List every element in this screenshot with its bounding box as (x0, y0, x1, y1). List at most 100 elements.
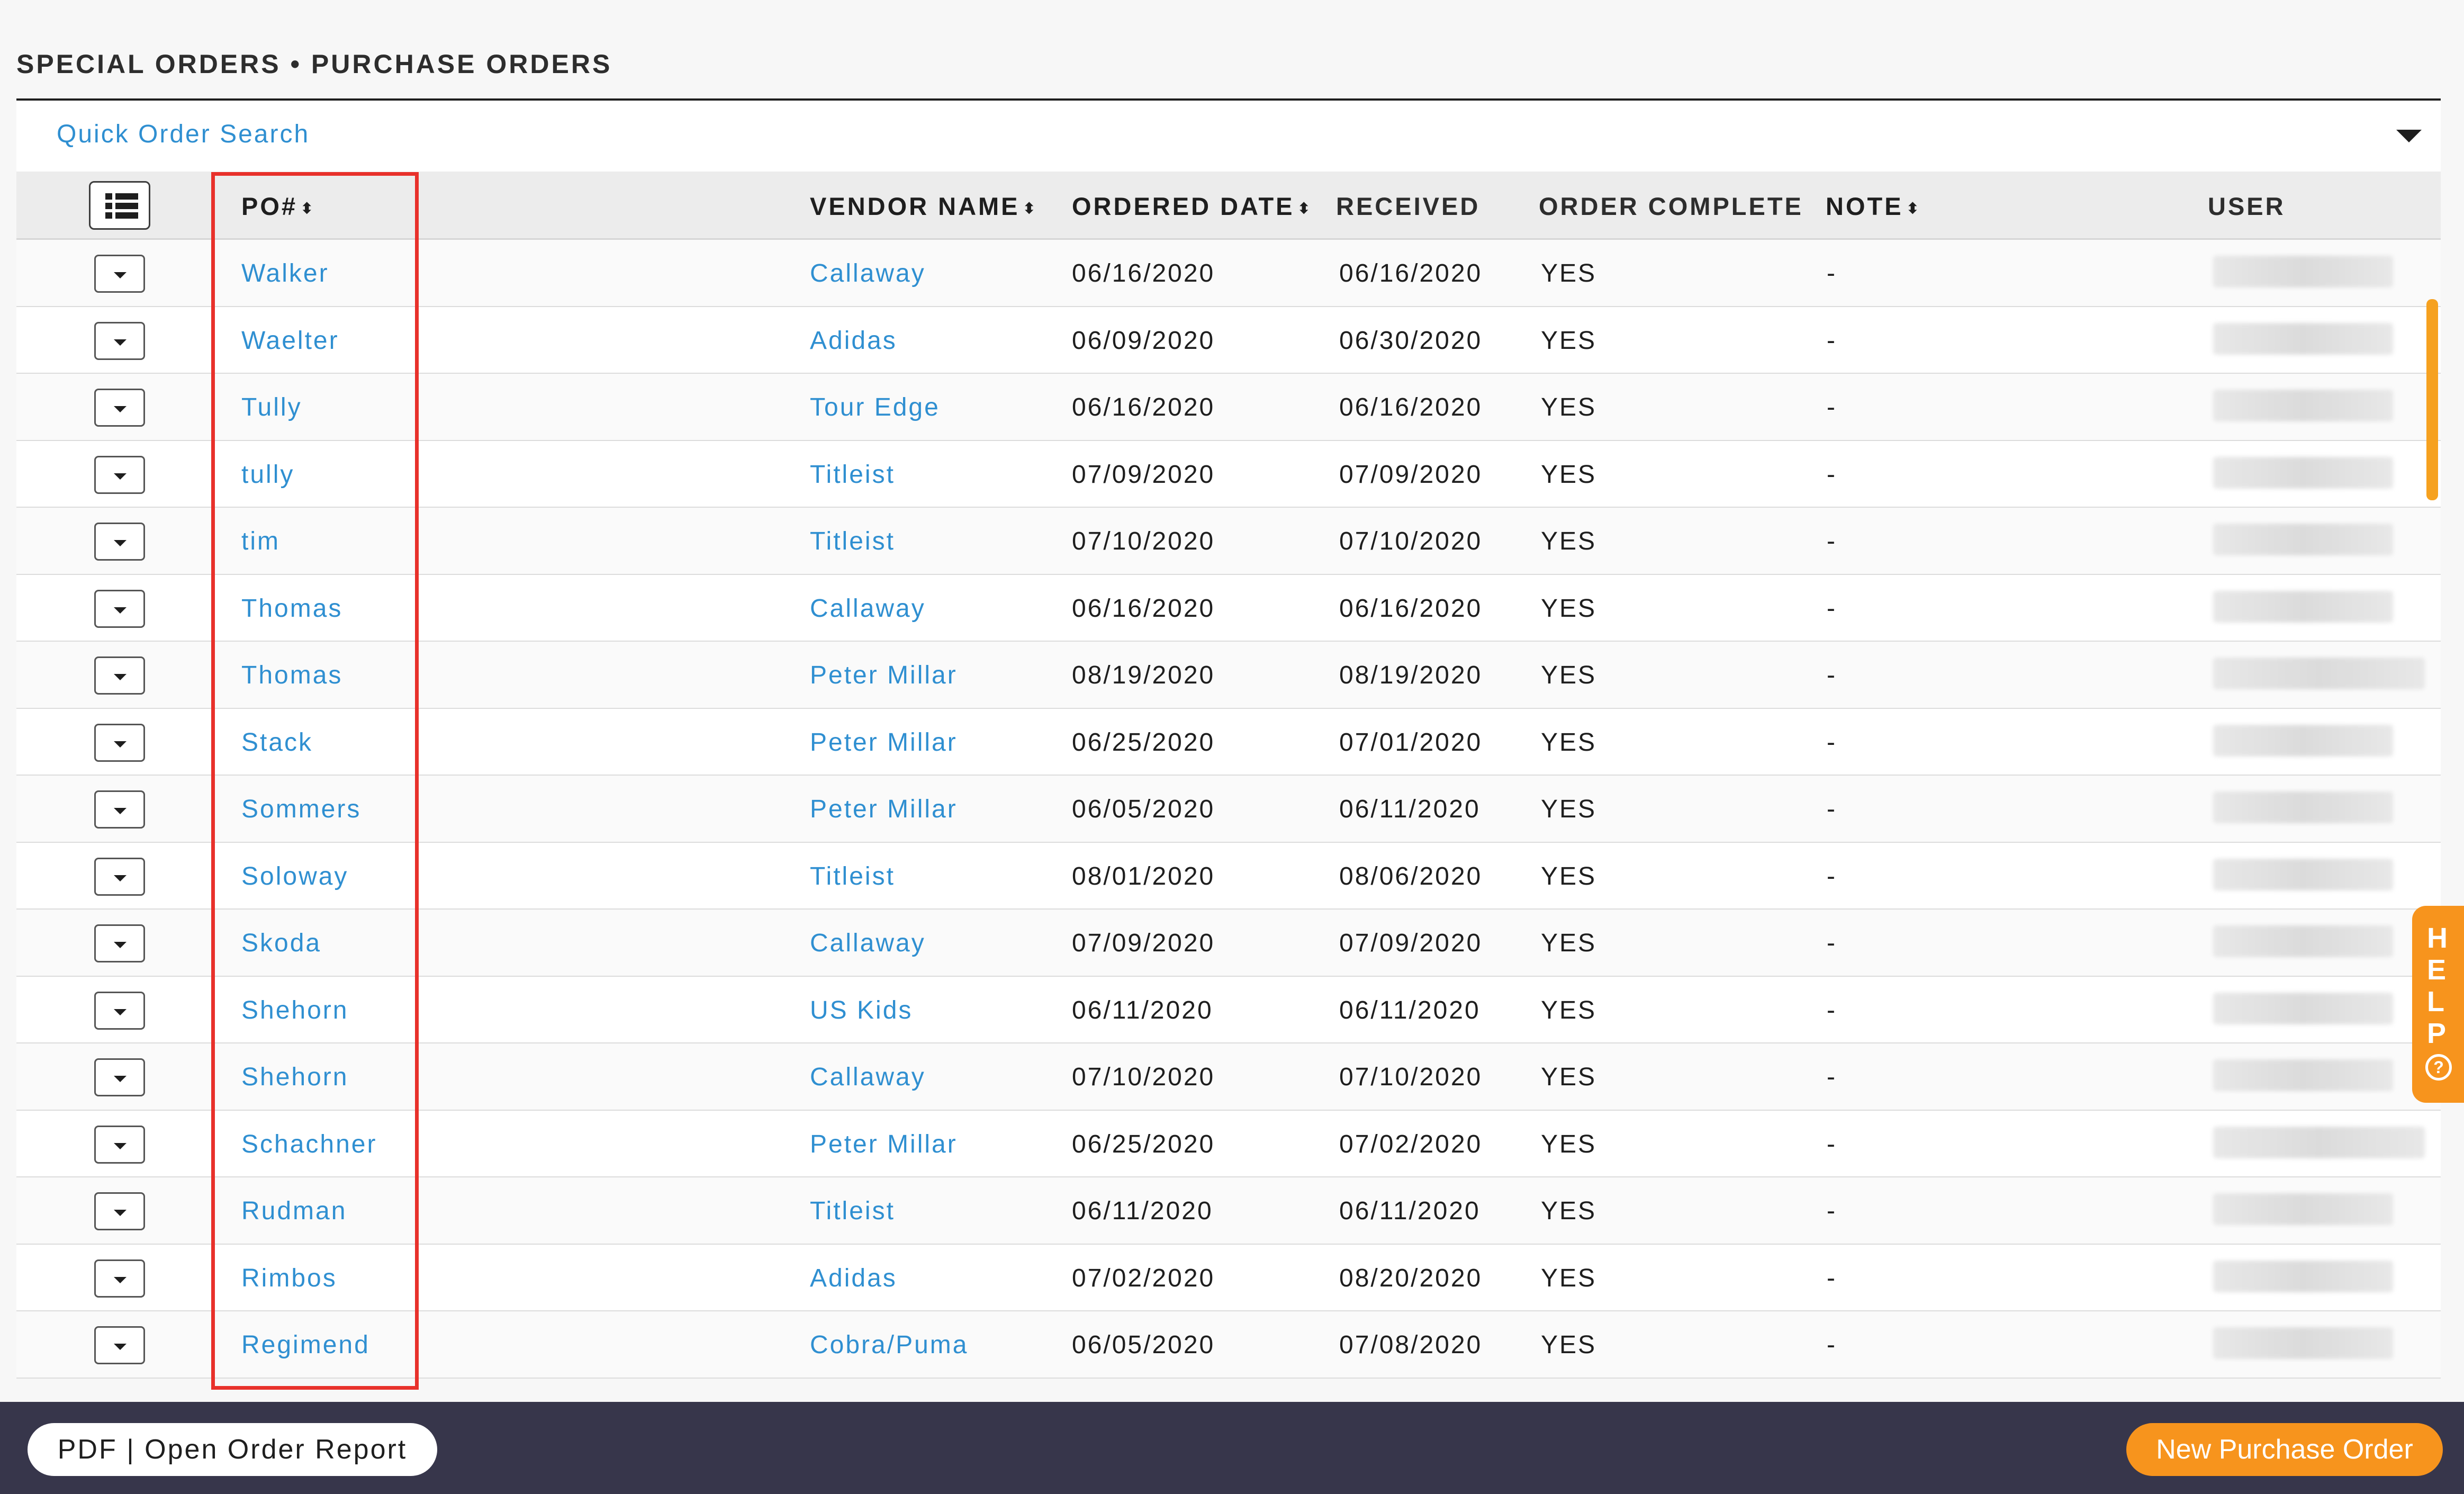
footer-bar: PDF | Open Order Report New Purchase Ord… (0, 1402, 2464, 1494)
table-row: Stack Peter Millar 06/25/2020 07/01/2020 YES… (16, 708, 2441, 776)
po-link[interactable]: Stack (241, 728, 313, 757)
row-menu-button[interactable] (94, 389, 145, 427)
received-date: 07/01/2020 (1339, 728, 1483, 757)
column-header-po-label: PO# (241, 192, 298, 220)
row-menu-button[interactable] (94, 790, 145, 829)
vendor-link[interactable]: Peter Millar (810, 661, 958, 690)
column-header-note[interactable]: NOTE ⬍ (1826, 192, 1921, 221)
table-row: Rimbos Adidas 07/02/2020 08/20/2020 YES - (16, 1244, 2441, 1311)
row-menu-button[interactable] (94, 656, 145, 695)
note: - (1827, 1264, 1837, 1292)
po-link[interactable]: Waelter (241, 326, 339, 355)
ordered-date: 07/09/2020 (1072, 460, 1215, 489)
po-link[interactable]: tim (241, 527, 280, 556)
received-date: 08/06/2020 (1339, 862, 1483, 890)
vendor-link[interactable]: Callaway (810, 259, 926, 288)
sort-icon[interactable]: ⬍ (1298, 201, 1312, 216)
ordered-date: 07/10/2020 (1072, 1063, 1215, 1091)
column-header-vendor[interactable]: VENDOR NAME ⬍ (810, 192, 1037, 221)
row-menu-button[interactable] (94, 1058, 145, 1096)
po-link[interactable]: Skoda (241, 929, 321, 958)
vendor-link[interactable]: Titleist (810, 527, 895, 556)
ordered-date: 06/11/2020 (1072, 996, 1213, 1024)
column-header-ordered-date[interactable]: ORDERED DATE ⬍ (1072, 192, 1312, 221)
note: - (1827, 996, 1837, 1024)
po-link[interactable]: Rimbos (241, 1264, 337, 1293)
po-link[interactable]: Regimend (241, 1330, 370, 1360)
vendor-link[interactable]: Cobra/Puma (810, 1330, 968, 1360)
row-menu-button[interactable] (94, 1326, 145, 1364)
vendor-link[interactable]: Peter Millar (810, 728, 958, 757)
row-menu-button[interactable] (94, 589, 145, 628)
row-menu-button[interactable] (94, 1125, 145, 1164)
caret-down-icon[interactable] (2396, 130, 2422, 142)
ordered-date: 07/10/2020 (1072, 527, 1215, 555)
sort-icon[interactable]: ⬍ (301, 201, 315, 216)
row-menu-button[interactable] (94, 455, 145, 494)
po-link[interactable]: Shehorn (241, 996, 348, 1025)
scrollbar-thumb[interactable] (2426, 299, 2438, 500)
note: - (1827, 259, 1837, 287)
ordered-date: 06/16/2020 (1072, 594, 1215, 623)
po-link[interactable]: Soloway (241, 862, 348, 891)
new-purchase-order-button[interactable]: New Purchase Order (2126, 1423, 2443, 1476)
list-view-button[interactable] (89, 181, 150, 230)
quick-order-search-label[interactable]: Quick Order Search (57, 120, 310, 149)
order-complete: YES (1541, 661, 1597, 689)
po-link[interactable]: Thomas (241, 594, 342, 623)
vendor-link[interactable]: Callaway (810, 929, 926, 958)
help-tab[interactable]: H E L P ? (2412, 906, 2464, 1103)
po-link[interactable]: Thomas (241, 661, 342, 690)
note: - (1827, 326, 1837, 355)
vendor-link[interactable]: Callaway (810, 1063, 926, 1092)
note: - (1827, 1197, 1837, 1225)
vendor-link[interactable]: Titleist (810, 460, 895, 489)
sort-icon[interactable]: ⬍ (1023, 201, 1037, 216)
note: - (1827, 594, 1837, 623)
vendor-link[interactable]: Callaway (810, 594, 926, 623)
question-icon: ? (2425, 1054, 2452, 1081)
po-link[interactable]: Walker (241, 259, 329, 288)
note: - (1827, 728, 1837, 757)
sort-icon[interactable]: ⬍ (1907, 201, 1921, 216)
po-link[interactable]: Rudman (241, 1196, 347, 1226)
user-name-redacted (2213, 322, 2393, 355)
ordered-date: 06/16/2020 (1072, 259, 1215, 287)
vendor-link[interactable]: Titleist (810, 862, 895, 891)
table-row: Regimend Cobra/Puma 06/05/2020 07/08/2020 YE… (16, 1311, 2441, 1379)
row-menu-button[interactable] (94, 1259, 145, 1298)
ordered-date: 07/09/2020 (1072, 929, 1215, 957)
vendor-link[interactable]: Adidas (810, 1264, 897, 1293)
row-menu-button[interactable] (94, 1192, 145, 1230)
vendor-link[interactable]: Titleist (810, 1196, 895, 1226)
table-row: Skoda Callaway 07/09/2020 07/09/2020 YES - (16, 910, 2441, 977)
pdf-open-order-report-button[interactable]: PDF | Open Order Report (28, 1423, 437, 1476)
ordered-date: 08/01/2020 (1072, 862, 1215, 890)
po-link[interactable]: Shehorn (241, 1063, 348, 1092)
row-menu-button[interactable] (94, 321, 145, 360)
order-complete: YES (1541, 594, 1597, 623)
column-header-po[interactable]: PO# ⬍ (241, 192, 315, 221)
po-link[interactable]: tully (241, 460, 294, 489)
row-menu-button[interactable] (94, 523, 145, 561)
vendor-link[interactable]: Peter Millar (810, 1130, 958, 1159)
row-menu-button[interactable] (94, 924, 145, 962)
quick-order-search[interactable]: Quick Order Search (16, 101, 2441, 173)
vendor-link[interactable]: Peter Millar (810, 795, 958, 824)
column-header-order-complete: ORDER COMPLETE (1539, 192, 1803, 220)
vendor-link[interactable]: Adidas (810, 326, 897, 355)
note: - (1827, 862, 1837, 890)
table-row: tully Titleist 07/09/2020 07/09/2020 YES - (16, 440, 2441, 508)
row-menu-button[interactable] (94, 857, 145, 896)
row-menu-button[interactable] (94, 723, 145, 762)
po-link[interactable]: Schachner (241, 1130, 377, 1159)
vendor-link[interactable]: US Kids (810, 996, 913, 1025)
received-date: 06/11/2020 (1339, 1197, 1481, 1225)
po-link[interactable]: Sommers (241, 795, 361, 824)
received-date: 06/11/2020 (1339, 996, 1481, 1024)
row-menu-button[interactable] (94, 991, 145, 1030)
vendor-link[interactable]: Tour Edge (810, 393, 940, 422)
row-menu-button[interactable] (94, 255, 145, 293)
note: - (1827, 460, 1837, 489)
po-link[interactable]: Tully (241, 393, 302, 422)
